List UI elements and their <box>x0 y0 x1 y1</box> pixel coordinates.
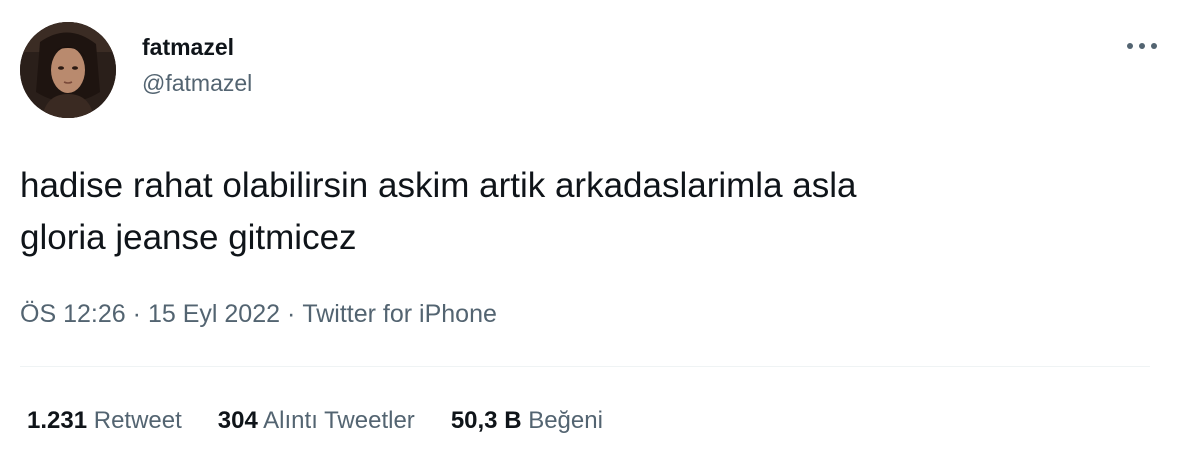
retweets-count: 1.231 <box>27 407 88 434</box>
tweet-text-line-2: gloria jeanse gitmicez <box>20 218 357 257</box>
quotes-label: Alıntı Tweetler <box>263 407 415 434</box>
author-display-name[interactable]: fatmazel <box>142 32 252 62</box>
likes-stat[interactable]: 50,3 B Beğeni <box>451 404 603 438</box>
more-horizontal-icon <box>1127 43 1157 49</box>
tweet-text: hadise rahat olabilirsin askim artik ark… <box>20 160 1162 264</box>
tweet-header: fatmazel @fatmazel <box>20 22 1162 118</box>
author-names: fatmazel @fatmazel <box>142 32 252 98</box>
meta-separator: · <box>287 300 296 328</box>
divider <box>20 366 1150 367</box>
likes-count: 50,3 B <box>450 407 522 434</box>
likes-label: Beğeni <box>528 407 603 434</box>
more-options-button[interactable] <box>1122 34 1162 58</box>
tweet-meta: ÖS 12:26 · 15 Eyl 2022 · Twitter for iPhone <box>20 296 497 332</box>
tweet-date[interactable]: 15 Eyl 2022 <box>148 300 280 328</box>
retweets-label: Retweet <box>93 407 182 434</box>
retweets-stat[interactable]: 1.231 Retweet <box>27 404 182 438</box>
quotes-stat[interactable]: 304 Alıntı Tweetler <box>218 404 415 438</box>
quotes-count: 304 <box>217 407 258 434</box>
tweet-card: fatmazel @fatmazel hadise rahat olabilir… <box>0 0 1182 470</box>
meta-separator: · <box>132 300 141 328</box>
avatar-image <box>20 22 116 118</box>
tweet-text-line-1: hadise rahat olabilirsin askim artik ark… <box>20 166 857 205</box>
tweet-source[interactable]: Twitter for iPhone <box>302 300 497 328</box>
tweet-stats: 1.231 Retweet 304 Alıntı Tweetler 50,3 B B… <box>27 404 639 438</box>
tweet-time[interactable]: ÖS 12:26 <box>20 300 126 328</box>
avatar[interactable] <box>20 22 116 118</box>
author-handle[interactable]: @fatmazel <box>142 68 252 98</box>
